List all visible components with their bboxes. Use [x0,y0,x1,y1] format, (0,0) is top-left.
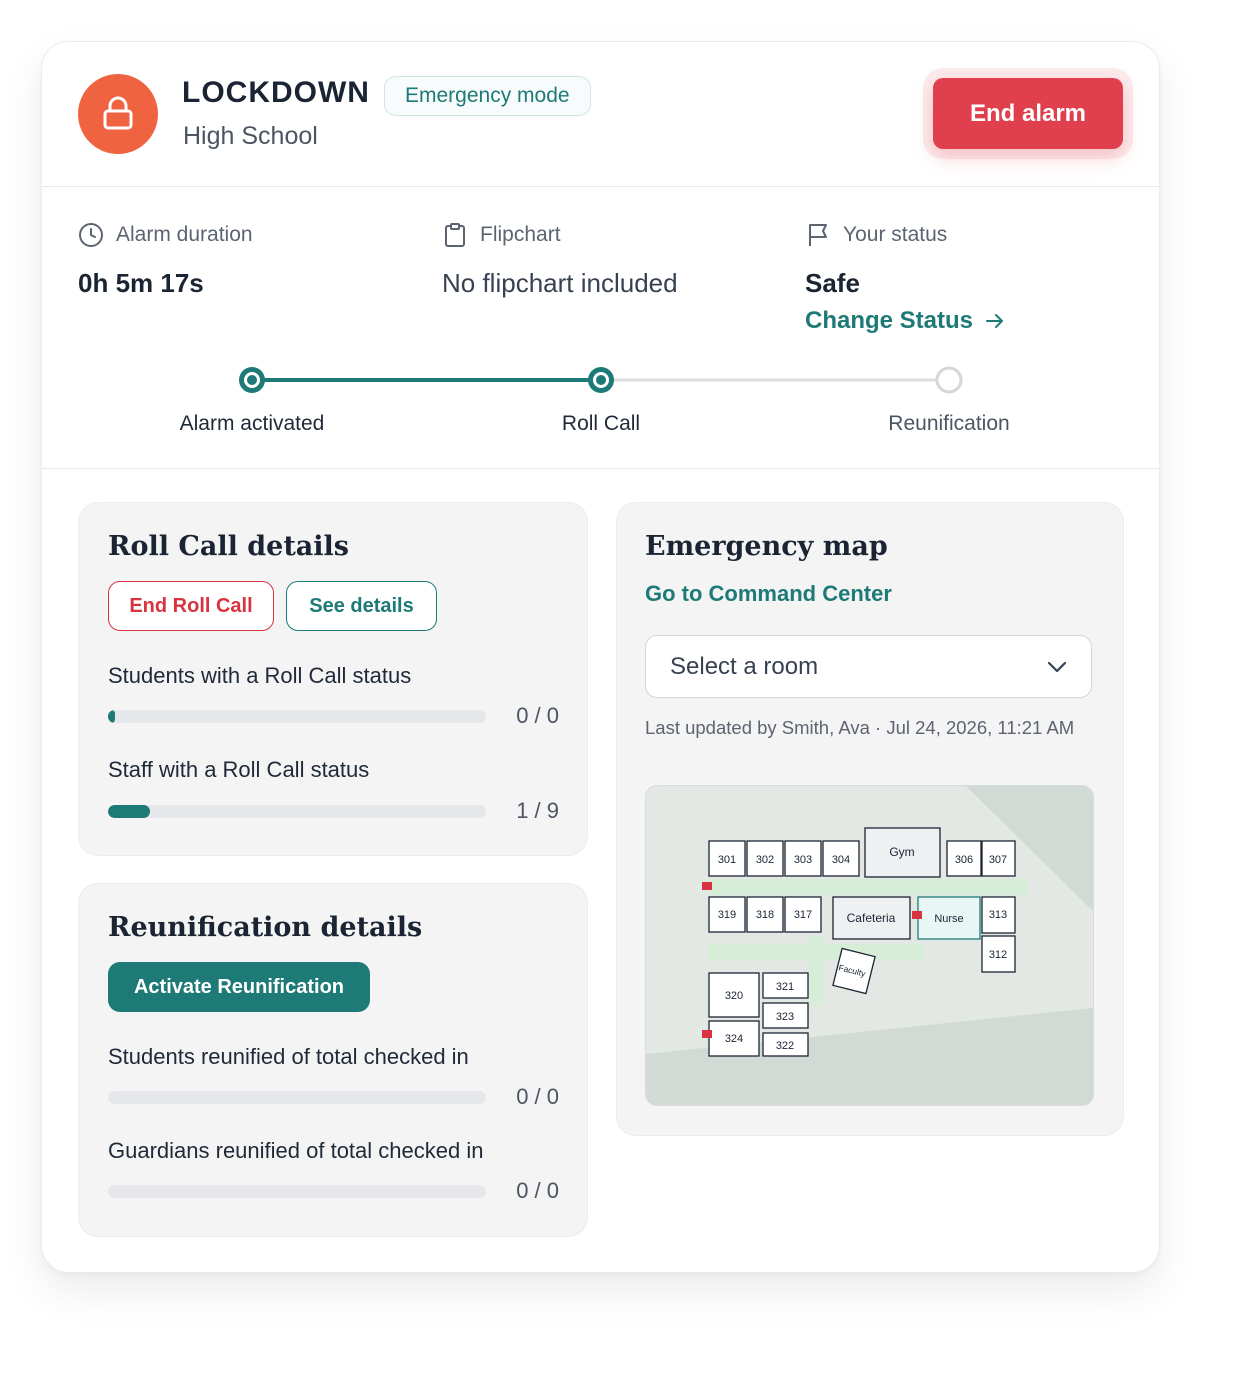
alarm-duration-value: 0h 5m 17s [78,268,204,298]
step-label-alarm-activated: Alarm activated [179,412,325,435]
your-status-label: Your status [843,223,948,246]
change-status-label: Change Status [805,307,974,334]
guardians-reunified-label: Guardians reunified of total checked in [108,1138,484,1163]
flag-icon [809,224,827,246]
end-roll-call-button[interactable]: End Roll Call [108,581,274,631]
school-name: High School [183,122,318,150]
section-divider [42,468,1159,469]
see-details-button[interactable]: See details [286,581,437,631]
last-updated-text: Last updated by Smith, Ava · Jul 24, 202… [645,717,1075,738]
room-313-label: 313 [989,909,1007,921]
exit-marker [702,1030,712,1038]
alarm-title: LOCKDOWN [182,76,370,109]
room-306-label: 306 [955,854,973,866]
room-321-label: 321 [776,981,794,993]
room-317-label: 317 [794,909,812,921]
alarm-duration-label: Alarm duration [116,223,253,246]
room-323-label: 323 [776,1011,794,1023]
progress-stepper: Alarm activated Roll Call Reunification [42,362,1159,472]
floor-plan-map[interactable]: 301 302 303 304 Gym 306 307 319 318 317 … [645,785,1094,1106]
emergency-map-panel: Emergency map Go to Command Center Selec… [616,502,1124,1136]
end-alarm-button[interactable]: End alarm [933,78,1123,149]
students-roll-call-label: Students with a Roll Call status [108,663,412,688]
room-319-label: 319 [718,909,736,921]
students-roll-call-fill [108,710,115,723]
staff-roll-call-fill [108,805,150,818]
room-select[interactable]: Select a room [645,635,1092,698]
step-dot-current [588,367,614,393]
room-324-label: 324 [725,1033,743,1045]
step-label-reunification: Reunification [888,412,1010,435]
exit-marker [912,911,922,919]
room-301-label: 301 [718,854,736,866]
step-label-roll-call: Roll Call [561,412,641,435]
alarm-duration-section: Alarm duration 0h 5m 17s [78,222,253,299]
stepper-track [239,366,963,394]
alarm-card: LOCKDOWN High School Emergency mode End … [41,41,1160,1273]
emergency-mode-badge: Emergency mode [384,76,591,116]
room-select-placeholder: Select a room [670,652,819,680]
room-304-label: 304 [832,854,850,866]
flipchart-label: Flipchart [480,223,561,246]
room-318-label: 318 [756,909,774,921]
nurse-label: Nurse [934,913,963,925]
flipchart-section: Flipchart No flipchart included [442,222,678,299]
students-reunified-label: Students reunified of total checked in [108,1044,469,1069]
flipchart-value: No flipchart included [442,268,678,298]
staff-roll-call-bar [108,805,486,818]
cafeteria-label: Cafeteria [847,911,896,925]
guardians-reunified-bar [108,1185,486,1198]
clipboard-icon [445,223,465,247]
room-320-label: 320 [725,990,743,1002]
step-dot-pending [935,366,963,394]
roll-call-title: Roll Call details [108,531,349,562]
reunification-panel: Reunification details Activate Reunifica… [78,883,588,1237]
exit-marker [702,882,712,890]
room-302-label: 302 [756,854,774,866]
your-status-section: Your status Safe [805,222,947,299]
clock-icon [79,223,103,247]
room-303-label: 303 [794,854,812,866]
floor-plan: 301 302 303 304 Gym 306 307 319 318 317 … [646,786,1093,1105]
your-status-value: Safe [805,268,860,298]
activate-reunification-button[interactable]: Activate Reunification [108,962,370,1012]
arrow-right-icon [986,314,1004,328]
step-dot-complete [239,367,265,393]
students-roll-call-bar [108,710,486,723]
reunification-title: Reunification details [108,912,423,943]
students-roll-call-count: 0 / 0 [516,703,559,728]
room-312-label: 312 [989,949,1007,961]
room-307-label: 307 [989,854,1007,866]
command-center-link[interactable]: Go to Command Center [645,581,892,607]
chevron-down-icon [1047,661,1067,672]
guardians-reunified-count: 0 / 0 [516,1178,559,1203]
staff-roll-call-label: Staff with a Roll Call status [108,757,370,782]
lock-icon [78,74,158,154]
staff-roll-call-count: 1 / 9 [516,798,559,823]
gym-label: Gym [889,845,914,859]
students-reunified-bar [108,1091,486,1104]
alarm-header: LOCKDOWN High School Emergency mode End … [42,42,1159,187]
change-status-link[interactable]: Change Status [805,307,1005,335]
room-322-label: 322 [776,1040,794,1052]
emergency-map-title: Emergency map [645,531,888,562]
roll-call-panel: Roll Call details End Roll Call See deta… [78,502,588,856]
students-reunified-count: 0 / 0 [516,1084,559,1109]
